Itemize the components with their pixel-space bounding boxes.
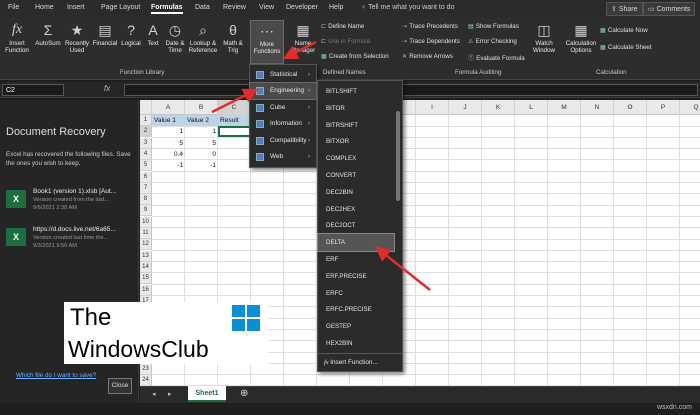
red-arrow xyxy=(211,88,259,114)
red-arrow xyxy=(282,40,317,60)
annotation-arrows xyxy=(211,40,431,291)
red-arrow xyxy=(375,246,431,291)
